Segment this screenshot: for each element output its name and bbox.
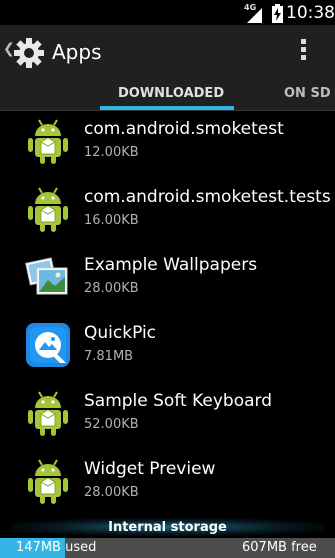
settings-gear-icon[interactable] — [13, 37, 45, 69]
app-name: Sample Soft Keyboard — [84, 391, 273, 411]
app-name: QuickPic — [84, 323, 157, 343]
app-name: Example Wallpapers — [84, 255, 258, 275]
app-size: 52.00KB — [84, 417, 139, 432]
android-robot-icon — [28, 459, 68, 504]
list-item[interactable]: Sample Soft Keyboard 52.00KB — [0, 383, 335, 451]
android-robot-icon — [28, 187, 68, 232]
tab-on-sd-card[interactable]: ON SD C — [284, 86, 335, 101]
app-name: Widget Preview — [84, 459, 216, 479]
tab-strip: DOWNLOADED ON SD C — [0, 80, 335, 111]
signal-strength-icon — [247, 8, 262, 23]
status-bar: 4G 10:38 — [0, 0, 335, 25]
storage-summary: Internal storage 147MB used 607MB free — [0, 516, 335, 558]
storage-usage-bar: 147MB used 607MB free — [0, 538, 335, 558]
app-size: 12.00KB — [84, 145, 139, 160]
app-size: 28.00KB — [84, 485, 139, 500]
storage-free-text: 607MB free — [242, 540, 317, 555]
app-list[interactable]: com.android.smoketest 12.00KB com.androi… — [0, 111, 335, 516]
overflow-menu-icon[interactable] — [300, 39, 308, 65]
list-item[interactable]: Widget Preview 28.00KB — [0, 451, 335, 516]
battery-icon — [272, 4, 283, 23]
list-item[interactable]: Example Wallpapers 28.00KB — [0, 247, 335, 315]
app-name: com.android.smoketest.tests — [84, 187, 331, 207]
list-item[interactable]: com.android.smoketest 12.00KB — [0, 111, 335, 179]
app-name: com.android.smoketest — [84, 119, 284, 139]
page-title: Apps — [52, 40, 102, 64]
tab-downloaded[interactable]: DOWNLOADED — [118, 86, 224, 101]
clock: 10:38 — [286, 3, 335, 23]
app-size: 7.81MB — [84, 349, 134, 364]
list-item[interactable]: QuickPic 7.81MB — [0, 315, 335, 383]
app-size: 28.00KB — [84, 281, 139, 296]
quickpic-icon — [26, 323, 70, 367]
wallpapers-icon — [25, 257, 68, 295]
android-robot-icon — [28, 391, 68, 436]
storage-label: Internal storage — [108, 520, 227, 535]
app-size: 16.00KB — [84, 213, 139, 228]
android-robot-icon — [28, 119, 68, 164]
action-bar: ❮ Apps — [0, 25, 335, 80]
storage-used-text: 147MB used — [16, 540, 97, 555]
selected-tab-indicator — [100, 106, 234, 110]
list-item[interactable]: com.android.smoketest.tests 16.00KB — [0, 179, 335, 247]
